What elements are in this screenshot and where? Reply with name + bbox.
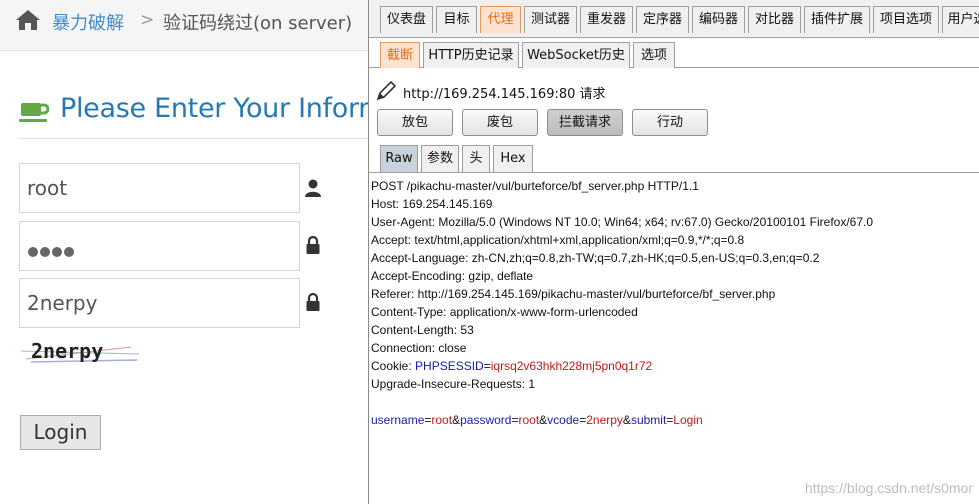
tab-extender[interactable]: 插件扩展 <box>804 6 870 33</box>
tab-params[interactable]: 参数 <box>421 145 459 172</box>
tab-proxy[interactable]: 代理 <box>480 6 521 33</box>
username-field[interactable]: root <box>19 163 300 213</box>
pencil-icon[interactable] <box>375 80 397 102</box>
burp-suite-window: 仪表盘 目标 代理 测试器 重发器 定序器 编码器 对比器 插件扩展 项目选项 … <box>368 0 979 504</box>
cookie-prefix: Cookie: <box>371 359 416 373</box>
user-icon <box>305 179 321 197</box>
param-amp: & <box>622 413 631 427</box>
cookie-eq: = <box>483 359 491 373</box>
request-body: username=root&password=root&vcode=2nerpy… <box>371 411 979 429</box>
header-accept-language: Accept-Language: zh-CN,zh;q=0.8,zh-TW;q=… <box>371 251 820 265</box>
header-accept: Accept: text/html,application/xhtml+xml,… <box>371 233 745 247</box>
login-button[interactable]: Login <box>20 415 101 450</box>
username-value: root <box>27 176 68 200</box>
action-button[interactable]: 行动 <box>632 109 708 136</box>
captcha-text: 2nerpy <box>31 339 103 363</box>
tab-dashboard[interactable]: 仪表盘 <box>380 6 433 33</box>
password-field[interactable] <box>19 221 300 271</box>
param-amp: & <box>539 413 548 427</box>
proxy-sub-tab-bar: 截断 HTTP历史记录 WebSocket历史 选项 <box>369 38 979 68</box>
tab-user-options[interactable]: 用户选 <box>942 6 979 33</box>
drop-button[interactable]: 废包 <box>462 109 538 136</box>
page-header: Please Enter Your Information <box>18 93 368 139</box>
header-connection: Connection: close <box>371 341 467 355</box>
tab-target[interactable]: 目标 <box>436 6 477 33</box>
tab-http-history[interactable]: HTTP历史记录 <box>423 42 519 68</box>
header-cookie: Cookie: PHPSESSID=iqrsq2v63hkh228mj5pn0q… <box>371 357 979 375</box>
tab-headers[interactable]: 头 <box>462 145 490 172</box>
password-mask <box>28 242 76 261</box>
param-name: username <box>371 413 425 427</box>
request-target-label: http://169.254.145.169:80 请求 <box>403 87 606 102</box>
tab-raw[interactable]: Raw <box>380 145 418 172</box>
tab-project-options[interactable]: 项目选项 <box>873 6 939 33</box>
lock-icon <box>306 293 320 311</box>
forward-button[interactable]: 放包 <box>377 109 453 136</box>
tab-websocket-history[interactable]: WebSocket历史 <box>522 42 630 68</box>
header-user-agent: User-Agent: Mozilla/5.0 (Windows NT 10.0… <box>371 215 874 229</box>
param-name: vcode <box>547 413 580 427</box>
lock-icon <box>306 236 320 254</box>
tab-decoder[interactable]: 编码器 <box>692 6 745 33</box>
tab-options[interactable]: 选项 <box>633 42 675 68</box>
header-accept-encoding: Accept-Encoding: gzip, deflate <box>371 269 534 283</box>
cookie-value: iqrsq2v63hkh228mj5pn0q1r72 <box>490 359 653 373</box>
tab-comparer[interactable]: 对比器 <box>748 6 801 33</box>
header-upgrade-insecure: Upgrade-Insecure-Requests: 1 <box>371 377 536 391</box>
breadcrumb-separator: > <box>140 10 155 30</box>
captcha-image: 2nerpy <box>21 337 139 367</box>
coffee-cup-icon <box>19 103 49 122</box>
param-name: password <box>460 413 512 427</box>
header-host: Host: 169.254.145.169 <box>371 197 493 211</box>
page-title: Please Enter Your Information <box>60 93 368 124</box>
header-content-type: Content-Type: application/x-www-form-url… <box>371 305 638 319</box>
header-referer: Referer: http://169.254.145.169/pikachu-… <box>371 287 776 301</box>
breadcrumb-current: 验证码绕过(on server) <box>163 13 353 34</box>
intercept-toggle-button[interactable]: 拦截请求 <box>547 109 623 136</box>
param-amp: & <box>452 413 461 427</box>
tab-hex[interactable]: Hex <box>493 145 533 172</box>
breadcrumb: 暴力破解 > 验证码绕过(on server) <box>0 0 368 51</box>
cookie-name: PHPSESSID <box>415 359 484 373</box>
param-value: Login <box>673 413 703 427</box>
vcode-value: 2nerpy <box>27 291 98 315</box>
main-tab-bar: 仪表盘 目标 代理 测试器 重发器 定序器 编码器 对比器 插件扩展 项目选项 … <box>369 0 979 38</box>
param-name: submit <box>630 413 667 427</box>
param-value: root <box>518 413 540 427</box>
param-value: root <box>431 413 453 427</box>
tab-sequencer[interactable]: 定序器 <box>636 6 689 33</box>
home-icon[interactable] <box>15 8 41 32</box>
header-content-length: Content-Length: 53 <box>371 323 474 337</box>
raw-request-editor[interactable]: POST /pikachu-master/vul/burteforce/bf_s… <box>369 172 979 504</box>
watermark: https://blog.csdn.net/s0mor <box>804 480 973 496</box>
breadcrumb-link[interactable]: 暴力破解 <box>52 9 124 35</box>
tab-repeater[interactable]: 重发器 <box>580 6 633 33</box>
vcode-field[interactable]: 2nerpy <box>19 278 300 328</box>
tab-intercept[interactable]: 截断 <box>380 42 420 68</box>
request-line: POST /pikachu-master/vul/burteforce/bf_s… <box>371 179 699 193</box>
web-page: 暴力破解 > 验证码绕过(on server) Please Enter You… <box>0 0 368 504</box>
param-value: 2nerpy <box>586 413 623 427</box>
tab-intruder[interactable]: 测试器 <box>524 6 577 33</box>
